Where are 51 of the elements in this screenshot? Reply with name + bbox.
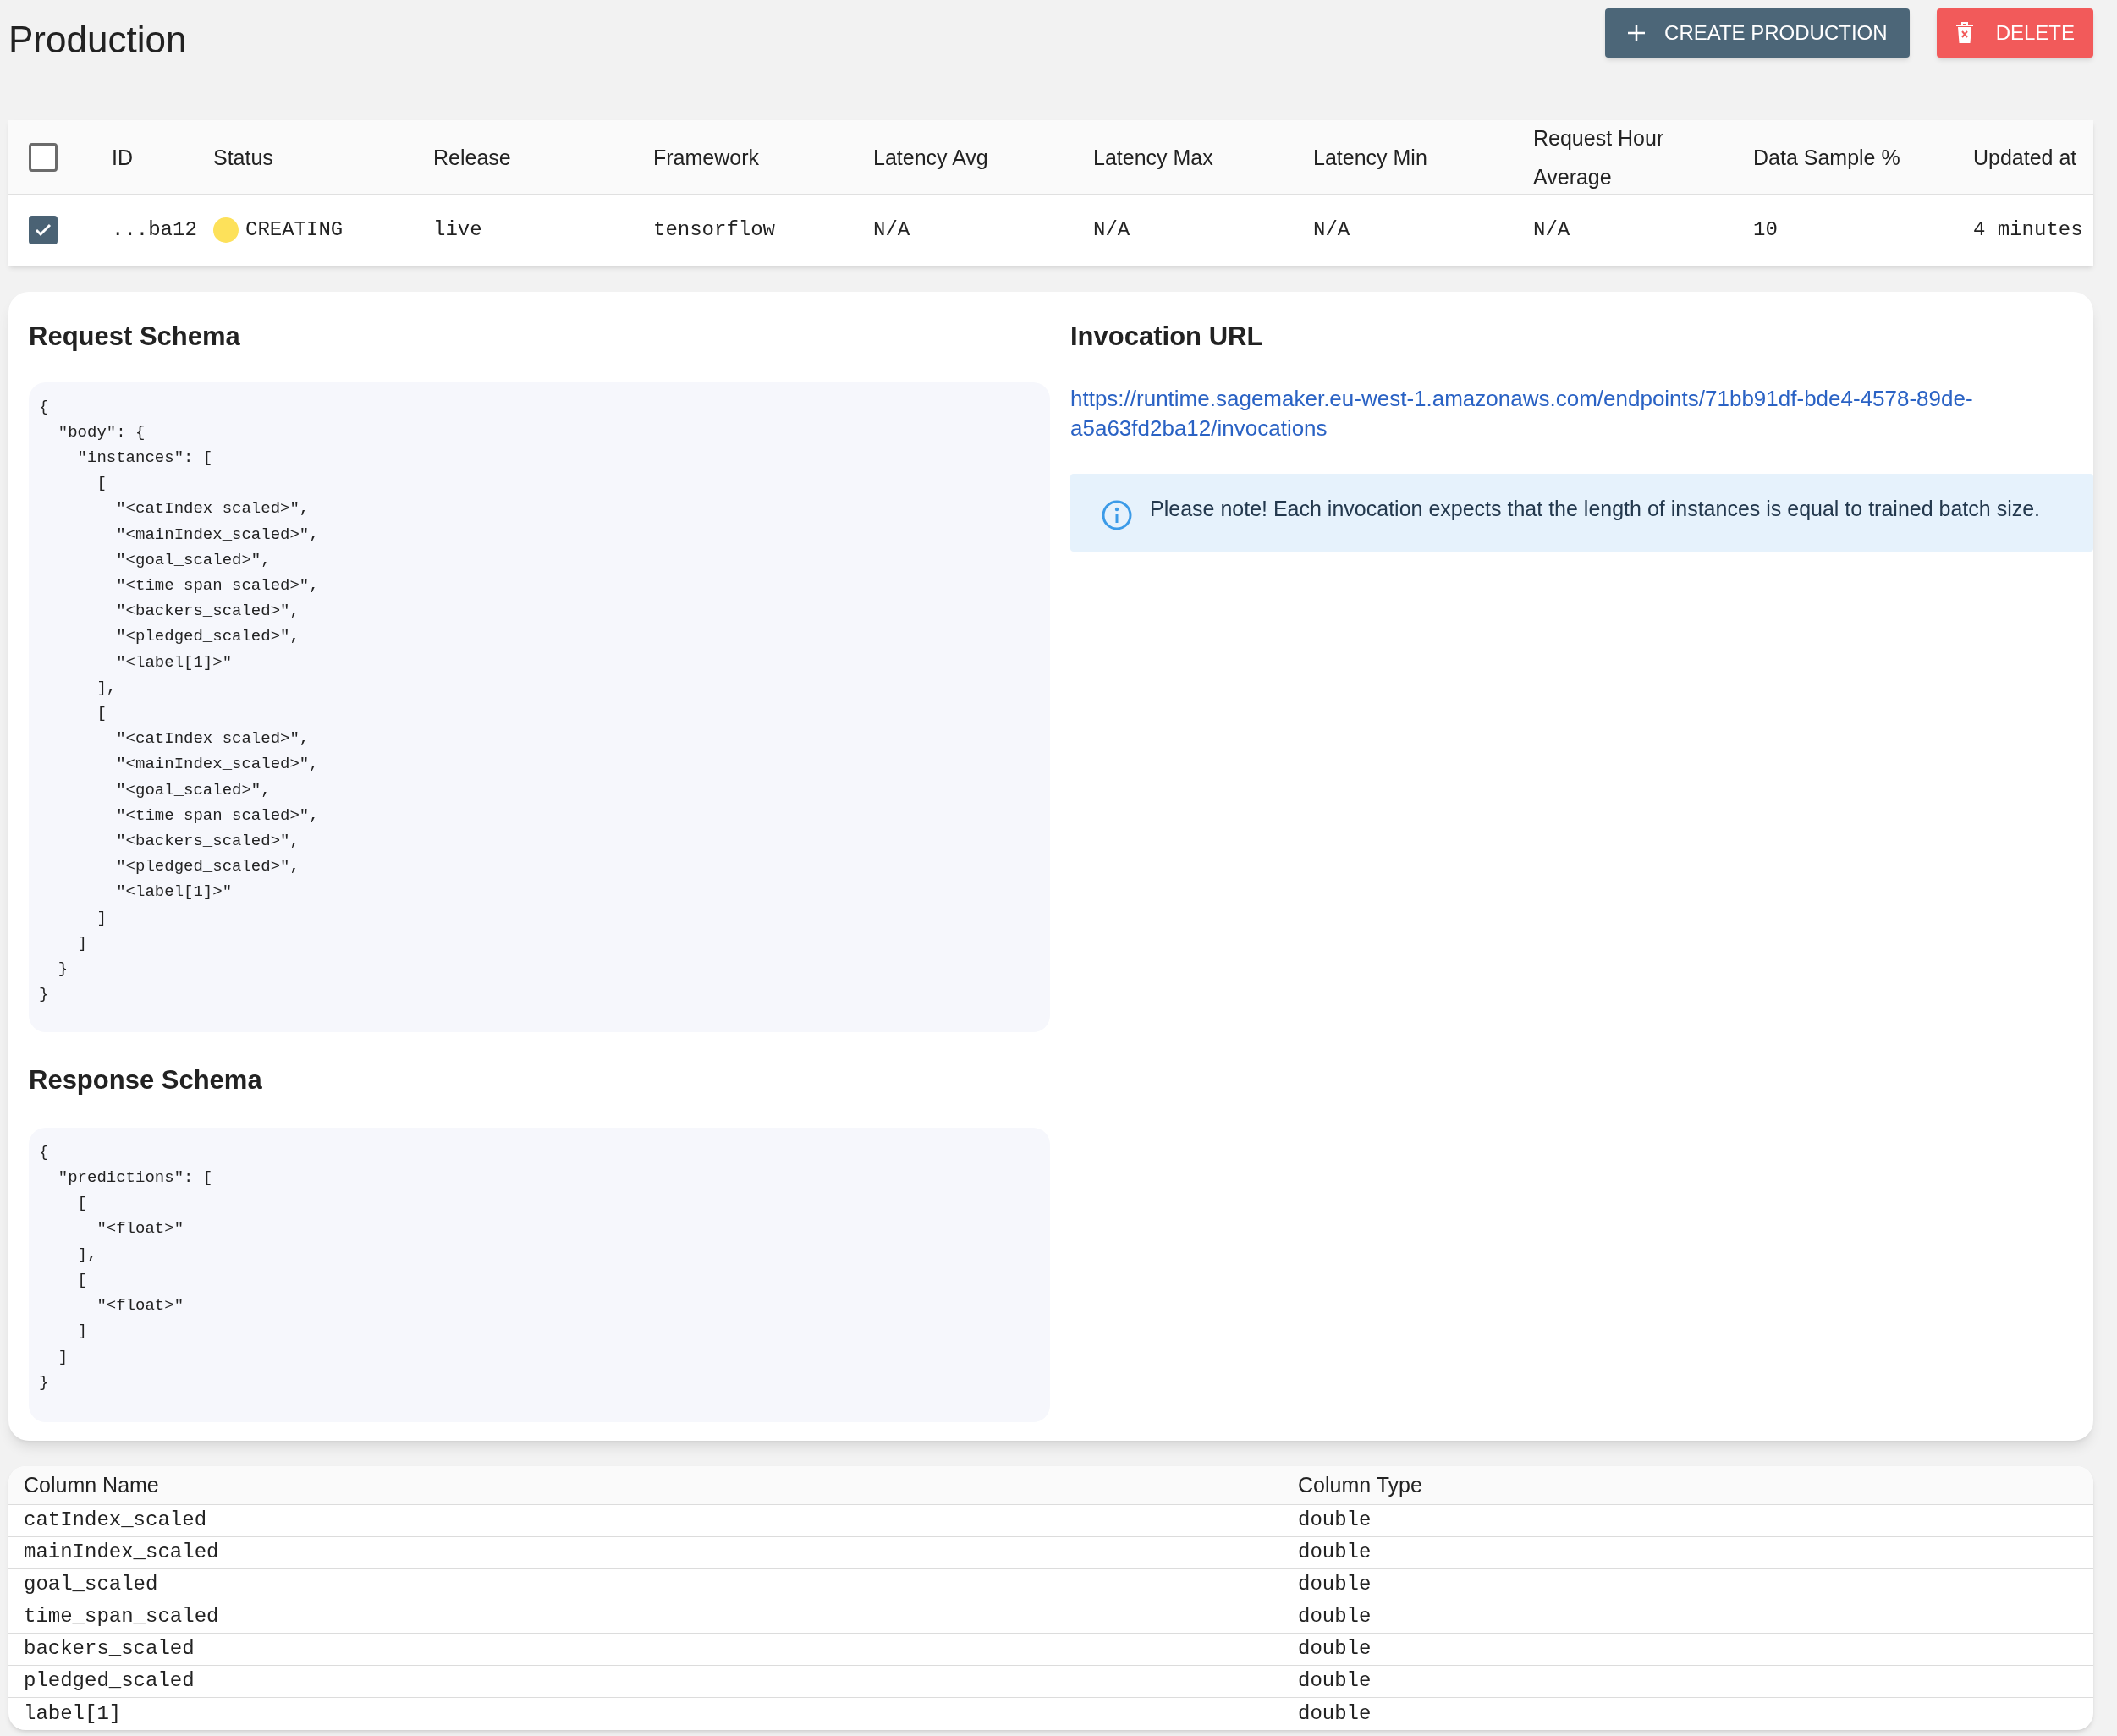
- page-title: Production: [8, 18, 187, 62]
- checkbox[interactable]: [29, 216, 58, 244]
- table-cell: 10: [1753, 218, 1778, 241]
- column-header: Status: [213, 144, 273, 171]
- column-header: Request Hour Average: [1533, 124, 1665, 190]
- section-title: Request Schema: [29, 321, 241, 353]
- table-cell: mainIndex_scaled: [24, 1541, 219, 1564]
- table-cell: goal_scaled: [24, 1573, 158, 1596]
- column-header: Latency Max: [1093, 144, 1213, 171]
- table-cell: tensorflow: [653, 218, 776, 241]
- table-cell: catIndex_scaled: [24, 1508, 207, 1532]
- plus-icon: [1627, 24, 1647, 42]
- column-header: Column Name: [24, 1472, 159, 1497]
- table-cell: N/A: [873, 218, 910, 241]
- code-block: { "body": { "instances": [ [ "<catIndex_scaled>", "<mainIndex_scaled>", "<goal_scaled>", "<time_span_scaled>", "<backers_scaled>", "<pledged_scaled>", "<label[1]>" ], [ "<catIndex_scaled>", "<mainIndex_scaled>", "<goal_scaled>", "<time_span_scaled>", "<backers_scaled>", "<pledged_scaled>", "<label[1]>" ] ] } }: [29, 382, 1050, 1033]
- table-cell: N/A: [1313, 218, 1350, 241]
- code-block: { "predictions": [ [ "<float>" ], [ "<float>" ] ] }: [29, 1127, 1050, 1422]
- note-text: Please note! Each invocation expects that the length of instances is equal to trained batch size.: [1150, 495, 2041, 522]
- table-cell: double: [1298, 1508, 1372, 1532]
- table-cell: double: [1298, 1637, 1372, 1661]
- column-header: Latency Min: [1313, 144, 1427, 171]
- column-header: ID: [112, 144, 133, 171]
- table-cell: N/A: [1093, 218, 1130, 241]
- table-cell: time_span_scaled: [24, 1605, 219, 1629]
- table-cell: pledged_scaled: [24, 1669, 195, 1693]
- table-cell: ...ba12: [112, 218, 197, 241]
- column-header: Latency Avg: [873, 144, 988, 171]
- table-cell: double: [1298, 1701, 1372, 1725]
- section-title: Response Schema: [29, 1064, 263, 1097]
- column-header: Column Type: [1298, 1472, 1422, 1497]
- table-cell: double: [1298, 1541, 1372, 1564]
- section-title: Invocation URL: [1070, 321, 1264, 353]
- invocation-link[interactable]: https://runtime.sagemaker.eu-west-1.amazonaws.com/endpoints/71bb91df-bde4-4578-89de- a5a63fd2ba12/invocations: [1070, 383, 2093, 443]
- table-cell: double: [1298, 1573, 1372, 1596]
- status-label: CREATING: [245, 217, 344, 243]
- info-icon: [1101, 498, 1133, 531]
- table-cell: N/A: [1533, 218, 1570, 241]
- table-cell: label[1]: [24, 1701, 122, 1725]
- table-cell: live: [433, 218, 482, 241]
- table-cell: 4 minutes: [1973, 218, 2083, 241]
- column-header: Framework: [653, 144, 759, 171]
- column-header: Data Sample %: [1753, 144, 1900, 171]
- checkbox[interactable]: [29, 142, 58, 172]
- trash-icon: [1955, 22, 1974, 44]
- column-header: Release: [433, 144, 511, 171]
- column-header: Updated at: [1973, 144, 2077, 171]
- table-cell: backers_scaled: [24, 1637, 195, 1661]
- delete-button[interactable]: DELETE: [1936, 8, 2093, 58]
- table-cell: double: [1298, 1605, 1372, 1629]
- table-cell: double: [1298, 1669, 1372, 1693]
- create-production-button[interactable]: CREATE PRODUCTION: [1605, 8, 1910, 58]
